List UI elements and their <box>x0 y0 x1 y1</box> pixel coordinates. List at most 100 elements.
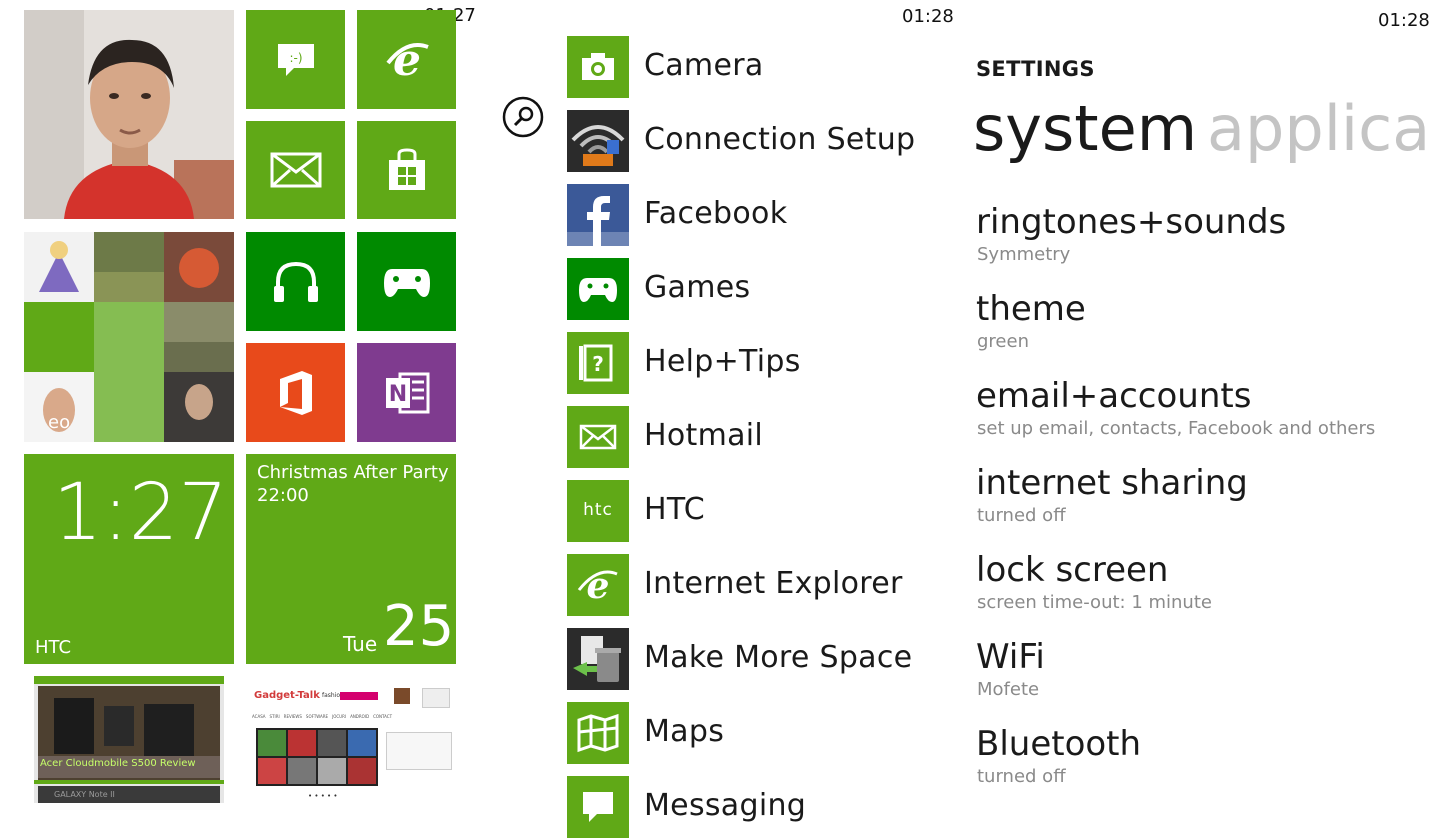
app-item-connection-setup[interactable]: Connection Setup <box>567 110 927 172</box>
mail-icon <box>270 152 321 188</box>
camera-icon <box>567 36 629 98</box>
me-tile[interactable] <box>24 10 234 219</box>
website-nav-item[interactable]: STIRI <box>270 714 280 722</box>
onenote-tile[interactable]: N <box>357 343 456 442</box>
app-item-messaging[interactable]: Messaging <box>567 776 927 838</box>
app-label: Games <box>644 270 751 305</box>
app-label: Messaging <box>644 788 807 823</box>
website-nav: ACASA STIRI REVIEWS SOFTWARE JOCURI ANDR… <box>252 714 450 722</box>
website-nav-item[interactable]: JOCURI <box>332 714 346 722</box>
website-nav-item[interactable]: ANDROID <box>350 714 369 722</box>
store-tile[interactable] <box>357 121 456 219</box>
app-label: Make More Space <box>644 640 913 675</box>
setting-value: screen time-out: 1 minute <box>977 592 1212 613</box>
xbox-controller-icon <box>383 268 430 297</box>
app-label: HTC <box>644 492 705 527</box>
calendar-day: Tue <box>343 632 378 656</box>
ie-icon: e <box>567 554 629 616</box>
store-icon <box>388 148 425 190</box>
svg-text:?: ? <box>592 352 604 376</box>
games-tile[interactable] <box>357 232 456 331</box>
map-icon <box>567 702 629 764</box>
review-tile[interactable]: Acer Cloudmobile S500 Review GALAXY Note… <box>34 676 224 803</box>
website-nav-item[interactable]: ACASA <box>252 714 266 722</box>
internet-explorer-tile[interactable]: e <box>357 10 456 109</box>
calendar-tile[interactable]: Christmas After Party 22:00 Tue 25 <box>246 454 456 664</box>
app-item-make-more-space[interactable]: Make More Space <box>567 628 927 690</box>
website-shoe-thumb <box>394 688 410 704</box>
setting-name: theme <box>976 289 1086 329</box>
people-tile[interactable]: eo <box>24 232 234 442</box>
office-tile[interactable] <box>246 343 345 442</box>
setting-name: WiFi <box>976 637 1045 677</box>
setting-name: email+accounts <box>976 376 1252 416</box>
setting-name: ringtones+sounds <box>976 202 1287 242</box>
setting-value: set up email, contacts, Facebook and oth… <box>977 418 1376 439</box>
clock-tile-label: HTC <box>35 637 72 658</box>
website-sidebar-ad <box>386 732 452 770</box>
website-logo: Gadget-Talk <box>254 690 320 701</box>
people-tile-text: eo <box>48 412 71 433</box>
mail-icon <box>567 406 629 468</box>
search-icon <box>502 96 544 138</box>
clock-tile-time: 1:27 <box>52 468 228 558</box>
settings-header: SETTINGS <box>976 57 1095 81</box>
htc-icon-text: htc <box>583 500 613 520</box>
svg-text:N: N <box>388 382 406 407</box>
app-label: Facebook <box>644 196 788 231</box>
wireless-icon <box>567 110 629 172</box>
setting-value: turned off <box>977 766 1066 787</box>
calendar-event-title: Christmas After Party <box>257 462 449 483</box>
setting-value: green <box>977 331 1029 352</box>
svg-text::-): :-) <box>289 51 302 65</box>
app-label: Camera <box>644 48 764 83</box>
app-label: Help+Tips <box>644 344 801 379</box>
messaging-icon: :-) <box>277 43 314 76</box>
website-nav-item[interactable]: CONTACT <box>373 714 392 722</box>
app-item-htc[interactable]: htc HTC <box>567 480 927 542</box>
onenote-icon: N <box>385 372 429 413</box>
messaging-tile[interactable]: :-) <box>246 10 345 109</box>
setting-value: turned off <box>977 505 1066 526</box>
music-tile[interactable] <box>246 232 345 331</box>
facebook-icon <box>567 184 629 246</box>
setting-name: internet sharing <box>976 463 1248 503</box>
search-button[interactable] <box>502 96 544 138</box>
website-banner <box>340 692 378 700</box>
clock-tile[interactable]: 1:27 HTC <box>24 454 234 664</box>
website-ad-thumb <box>422 688 450 708</box>
app-item-camera[interactable]: Camera <box>567 36 927 98</box>
htc-icon: htc <box>567 480 629 542</box>
website-thumbnails <box>256 728 378 786</box>
website-pagination: • • • • • <box>308 792 338 800</box>
app-label: Internet Explorer <box>644 566 903 601</box>
setting-name: Bluetooth <box>976 724 1142 764</box>
mail-tile[interactable] <box>246 121 345 219</box>
setting-name: lock screen <box>976 550 1169 590</box>
setting-value: Symmetry <box>977 244 1071 265</box>
setting-value: Mofete <box>977 679 1040 700</box>
pivot-system[interactable]: system <box>973 92 1197 166</box>
app-item-hotmail[interactable]: Hotmail <box>567 406 927 468</box>
app-item-maps[interactable]: Maps <box>567 702 927 764</box>
office-icon <box>279 370 312 415</box>
review-tile-caption: Acer Cloudmobile S500 Review <box>40 758 196 769</box>
app-item-internet-explorer[interactable]: e Internet Explorer <box>567 554 927 616</box>
app-label: Maps <box>644 714 725 749</box>
review-photo <box>34 676 224 803</box>
app-item-help-tips[interactable]: ? Help+Tips <box>567 332 927 394</box>
messaging-icon <box>567 776 629 838</box>
headphones-icon <box>273 261 318 302</box>
website-tile[interactable]: Gadget-Talk fashion days ACASA STIRI REV… <box>246 676 456 803</box>
website-nav-item[interactable]: SOFTWARE <box>306 714 328 722</box>
pivot-applications[interactable]: applica <box>1207 92 1430 166</box>
app-label: Connection Setup <box>644 122 916 157</box>
xbox-controller-icon <box>567 258 629 320</box>
trash-icon <box>567 628 629 690</box>
people-collage <box>24 232 234 442</box>
ie-icon: e <box>385 37 429 83</box>
app-item-games[interactable]: Games <box>567 258 927 320</box>
app-item-facebook[interactable]: Facebook <box>567 184 927 246</box>
website-nav-item[interactable]: REVIEWS <box>284 714 302 722</box>
app-label: Hotmail <box>644 418 764 453</box>
